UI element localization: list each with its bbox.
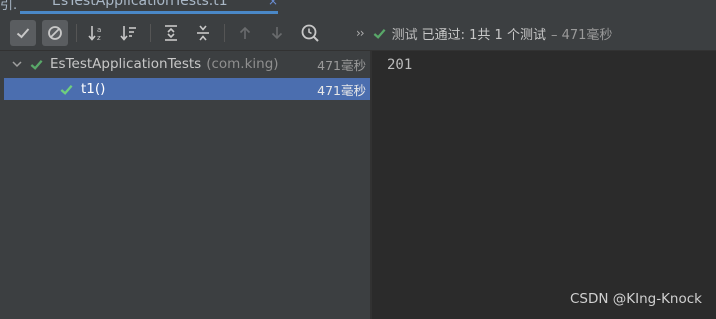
status-passed-count: 已通过: 1: [421, 27, 478, 43]
run-tab-title: EsTestApplicationTests.t1: [52, 0, 228, 9]
toolbar-separator: [224, 24, 225, 42]
test-suite-node[interactable]: EsTestApplicationTests (com.king) 471毫秒: [4, 53, 370, 75]
test-history-button[interactable]: [297, 20, 323, 46]
collapse-all-icon: [197, 25, 209, 41]
toolbar-separator: [150, 24, 151, 42]
status-prefix: 测试: [391, 27, 418, 43]
test-duration: 471毫秒: [317, 82, 366, 98]
status-duration: – 471毫秒: [550, 27, 613, 43]
status-total-count: 共 1 个测试: [477, 27, 546, 43]
test-name: t1(): [81, 81, 106, 97]
close-icon[interactable]: ×: [268, 0, 278, 8]
test-status-summary: ›› 测试 已通过: 1 共 1 个测试 – 471毫秒: [356, 23, 612, 43]
check-icon: [16, 28, 30, 39]
toolbar-separator: [76, 24, 77, 42]
tab-prefix-text: 引.: [0, 0, 18, 13]
active-tab-indicator: [20, 11, 278, 14]
console-output-panel[interactable]: 201: [372, 51, 716, 319]
show-passed-button[interactable]: [10, 20, 36, 46]
console-output-text: 201: [387, 57, 413, 73]
passed-check-icon: [60, 84, 73, 95]
arrow-down-icon: [271, 27, 283, 40]
passed-check-icon: [30, 59, 43, 70]
sort-alphabetically-button[interactable]: a z: [84, 20, 110, 46]
show-ignored-button[interactable]: [42, 20, 68, 46]
next-failed-test-button[interactable]: [264, 20, 290, 46]
svg-text:a: a: [97, 26, 101, 34]
test-method-node[interactable]: t1() 471毫秒: [4, 78, 370, 100]
suite-duration: 471毫秒: [317, 57, 366, 73]
expand-all-button[interactable]: [158, 20, 184, 46]
editor-tab-strip: 引. EsTestApplicationTests.t1 ×: [0, 0, 716, 14]
collapse-all-button[interactable]: [190, 20, 216, 46]
expand-all-icon: [165, 25, 177, 41]
suite-package: (com.king): [206, 56, 279, 72]
arrow-up-icon: [239, 26, 251, 39]
suite-name: EsTestApplicationTests: [50, 56, 202, 72]
ignored-icon: [48, 26, 62, 40]
history-icon: [301, 24, 319, 42]
sort-alpha-icon: a z: [88, 26, 101, 42]
passed-check-icon: [373, 28, 386, 39]
watermark-text: CSDN @KIng-Knock: [569, 291, 702, 307]
test-runner-toolbar: a z ›› 测试 已通过: 1 共 1 个测试 – 471毫秒: [0, 16, 716, 51]
svg-text:z: z: [97, 34, 101, 42]
more-actions-chevron-icon[interactable]: ››: [356, 26, 365, 40]
sort-duration-icon: [120, 26, 136, 41]
chevron-down-icon[interactable]: [11, 58, 23, 70]
test-results-tree: EsTestApplicationTests (com.king) 471毫秒 …: [4, 51, 370, 319]
sort-by-duration-button[interactable]: [116, 20, 142, 46]
previous-failed-test-button[interactable]: [232, 20, 258, 46]
